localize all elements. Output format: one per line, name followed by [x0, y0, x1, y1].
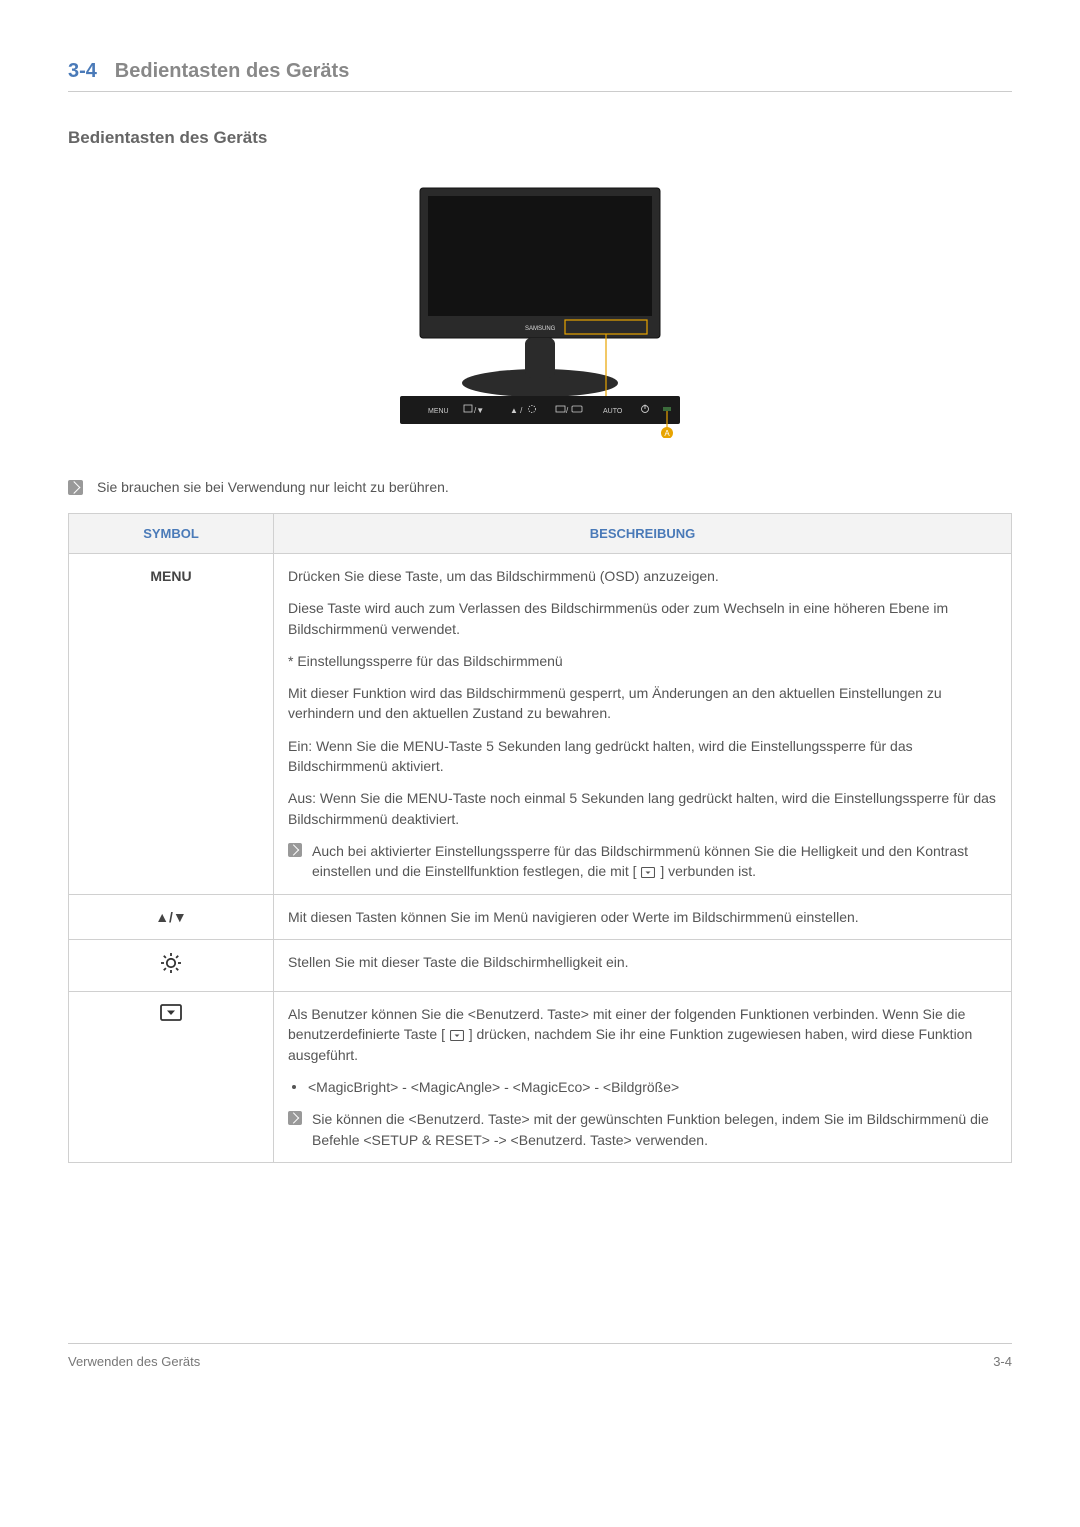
usage-note: Sie brauchen sie bei Verwendung nur leic… — [68, 479, 1012, 495]
footer-left: Verwenden des Geräts — [68, 1354, 200, 1369]
monitor-figure: SAMSUNG MENU /▼ ▲ / / AUTO A — [68, 178, 1012, 441]
note-icon — [288, 1111, 302, 1125]
menu-note: Auch bei aktivierter Einstellungssperre … — [288, 841, 997, 882]
section-number: 3-4 — [68, 60, 97, 82]
menu-p5: Ein: Wenn Sie die MENU-Taste 5 Sekunden … — [288, 736, 997, 777]
svg-text:▲ /: ▲ / — [510, 406, 523, 415]
custom-key-icon — [641, 867, 655, 878]
menu-note-a: Auch bei aktivierter Einstellungssperre … — [312, 843, 968, 879]
menu-p3: * Einstellungssperre für das Bildschirmm… — [288, 651, 997, 671]
table-row: ▲/▼ Mit diesen Tasten können Sie im Menü… — [69, 894, 1012, 939]
desc-menu: Drücken Sie diese Taste, um das Bildschi… — [274, 554, 1012, 895]
custom-bullet: <MagicBright> - <MagicAngle> - <MagicEco… — [288, 1077, 997, 1097]
custom-note-text: Sie können die <Benutzerd. Taste> mit de… — [312, 1109, 997, 1150]
symbol-brightness — [69, 939, 274, 991]
custom-bullet-text: <MagicBright> - <MagicAngle> - <MagicEco… — [308, 1077, 679, 1097]
table-row: MENU Drücken Sie diese Taste, um das Bil… — [69, 554, 1012, 895]
custom-note: Sie können die <Benutzerd. Taste> mit de… — [288, 1109, 997, 1150]
note-icon — [288, 843, 302, 857]
footer-right: 3-4 — [993, 1354, 1012, 1369]
note-icon — [68, 480, 83, 495]
table-row: Stellen Sie mit dieser Taste die Bildsch… — [69, 939, 1012, 991]
menu-p4: Mit dieser Funktion wird das Bildschirmm… — [288, 683, 997, 724]
svg-text:AUTO: AUTO — [603, 408, 623, 415]
controls-table: SYMBOL BESCHREIBUNG MENU Drücken Sie die… — [68, 513, 1012, 1163]
monitor-brand: SAMSUNG — [525, 326, 556, 332]
arrows-p1: Mit diesen Tasten können Sie im Menü nav… — [288, 907, 997, 927]
table-row: Als Benutzer können Sie die <Benutzerd. … — [69, 992, 1012, 1163]
svg-text:/▼: /▼ — [474, 406, 484, 415]
symbol-custom-key — [69, 992, 274, 1163]
desc-arrows: Mit diesen Tasten können Sie im Menü nav… — [274, 894, 1012, 939]
custom-key-icon — [160, 1004, 182, 1021]
symbol-arrows: ▲/▼ — [69, 894, 274, 939]
menu-p2: Diese Taste wird auch zum Verlassen des … — [288, 598, 997, 639]
desc-brightness: Stellen Sie mit dieser Taste die Bildsch… — [274, 939, 1012, 991]
symbol-menu: MENU — [69, 554, 274, 895]
monitor-illustration: SAMSUNG MENU /▼ ▲ / / AUTO A — [360, 178, 720, 438]
section-header: 3-4 Bedientasten des Geräts — [68, 60, 1012, 92]
menu-p6: Aus: Wenn Sie die MENU-Taste noch einmal… — [288, 788, 997, 829]
desc-custom-key: Als Benutzer können Sie die <Benutzerd. … — [274, 992, 1012, 1163]
page-footer: Verwenden des Geräts 3-4 — [68, 1343, 1012, 1369]
custom-p1: Als Benutzer können Sie die <Benutzerd. … — [288, 1004, 997, 1065]
bullet-icon — [292, 1085, 296, 1089]
bright-p1: Stellen Sie mit dieser Taste die Bildsch… — [288, 952, 997, 972]
sub-heading: Bedientasten des Geräts — [68, 128, 1012, 148]
svg-text:MENU: MENU — [428, 408, 449, 415]
brightness-icon — [160, 952, 182, 974]
th-symbol: SYMBOL — [69, 514, 274, 554]
th-description: BESCHREIBUNG — [274, 514, 1012, 554]
usage-note-text: Sie brauchen sie bei Verwendung nur leic… — [97, 479, 449, 495]
menu-p1: Drücken Sie diese Taste, um das Bildschi… — [288, 566, 997, 586]
custom-key-icon — [450, 1030, 464, 1041]
section-title: Bedientasten des Geräts — [115, 60, 350, 82]
svg-text:A: A — [664, 429, 670, 438]
menu-note-b: ] verbunden ist. — [660, 863, 756, 879]
